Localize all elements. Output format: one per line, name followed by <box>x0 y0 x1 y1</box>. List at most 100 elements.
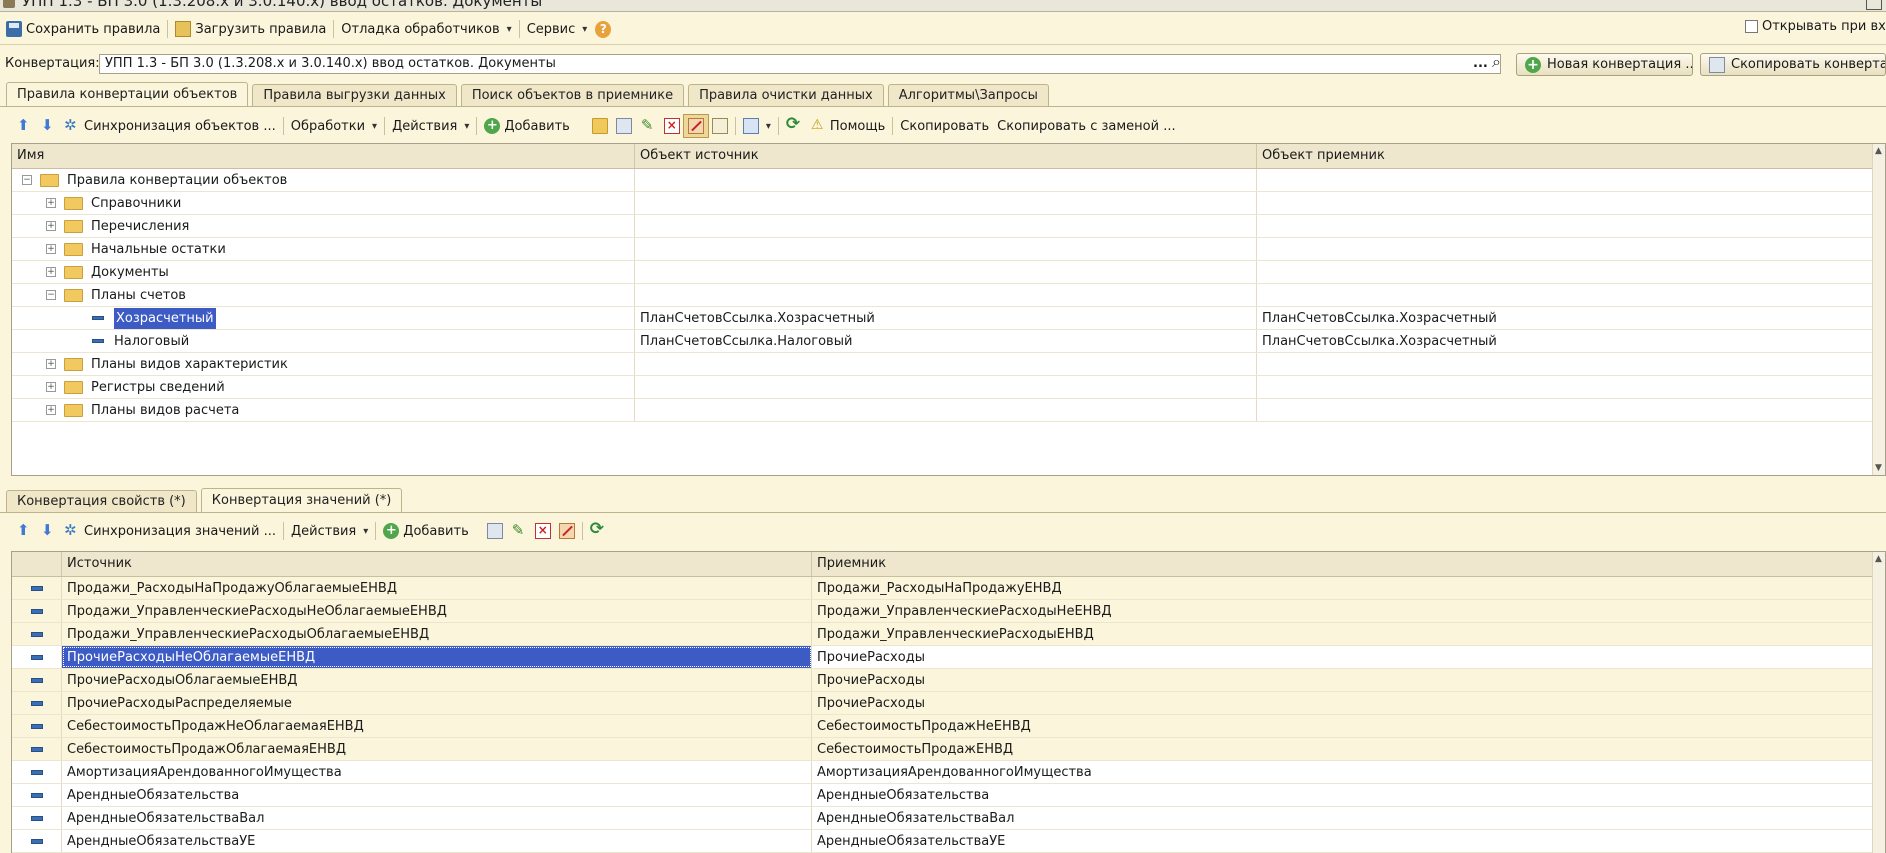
scroll-up-icon[interactable]: ▲ <box>1875 554 1882 564</box>
table-row[interactable]: АмортизацияАрендованногоИмущества Амортиз… <box>12 761 1885 784</box>
table-row[interactable]: ПрочиеРасходыНеОблагаемыеЕНВД ПрочиеРасхо… <box>12 646 1885 669</box>
vertical-scrollbar[interactable]: ▲ <box>1872 552 1885 853</box>
tree-row[interactable]: − Планы счетов <box>12 284 1885 307</box>
help-button[interactable]: ? <box>591 18 615 40</box>
expand-icon[interactable]: + <box>46 221 56 231</box>
collapse-icon[interactable]: − <box>22 175 32 185</box>
refresh-icon <box>786 114 802 134</box>
move-down-button[interactable] <box>36 520 60 542</box>
edit-button[interactable] <box>636 115 660 137</box>
expand-icon[interactable]: + <box>46 359 56 369</box>
expand-icon[interactable]: + <box>46 267 56 277</box>
refresh-button[interactable] <box>782 114 806 137</box>
column-header-source[interactable]: Объект источник <box>635 144 1257 168</box>
table-header: Источник Приемник <box>12 552 1885 577</box>
folder-icon <box>64 196 83 210</box>
scroll-up-icon[interactable]: ▲ <box>1875 146 1882 156</box>
expand-icon[interactable]: + <box>46 244 56 254</box>
add-button[interactable]: + Добавить <box>379 520 472 542</box>
copy-replace-button[interactable]: Скопировать с заменой ... <box>993 115 1179 137</box>
move-down-button[interactable] <box>36 115 60 137</box>
konvertacia-field[interactable]: УПП 1.3 - БП 3.0 (1.3.208.x и 3.0.140.x)… <box>99 54 1501 74</box>
help-button[interactable]: Помощь <box>806 115 889 137</box>
handlers-menu[interactable]: Обработки <box>287 115 381 137</box>
table-row[interactable]: Продажи_УправленческиеРасходыНеОблагаемы… <box>12 600 1885 623</box>
add-button[interactable]: + Добавить <box>480 115 573 137</box>
table-row[interactable]: ПрочиеРасходыОблагаемыеЕНВД ПрочиеРасходы <box>12 669 1885 692</box>
refresh-button[interactable] <box>586 519 610 542</box>
copy-konvertacia-button[interactable]: Скопировать конверта <box>1700 53 1886 76</box>
tab-object-conversion-rules[interactable]: Правила конвертации объектов <box>6 82 249 106</box>
konvertacia-select-button[interactable]: ... <box>1473 56 1489 74</box>
table-row[interactable]: АрендныеОбязательстваВал АрендныеОбязател… <box>12 807 1885 830</box>
move-up-button[interactable] <box>12 115 36 137</box>
tree-row[interactable]: + Справочники <box>12 192 1885 215</box>
expand-icon[interactable]: + <box>46 198 56 208</box>
delete-button[interactable]: × <box>531 520 555 542</box>
copy-konvertacia-label: Скопировать конверта <box>1731 57 1886 72</box>
load-rules-button[interactable]: Загрузить правила <box>171 18 330 40</box>
actions-menu[interactable]: Действия <box>287 520 372 542</box>
source-cell <box>635 192 1257 214</box>
copy-button[interactable]: Скопировать <box>896 115 993 137</box>
tab-algorithms[interactable]: Алгоритмы\Запросы <box>887 84 1049 106</box>
table-row[interactable]: СебестоимостьПродажНеОблагаемаяЕНВД Себес… <box>12 715 1885 738</box>
tab-data-cleanup-rules[interactable]: Правила очистки данных <box>688 84 884 106</box>
tab-data-export-rules[interactable]: Правила выгрузки данных <box>252 84 457 106</box>
move-to-menu[interactable] <box>739 115 775 137</box>
tab-property-conversion[interactable]: Конвертация свойств (*) <box>6 490 197 512</box>
service-menu[interactable]: Сервис <box>523 18 592 40</box>
values-table[interactable]: Источник Приемник Продажи_РасходыНаПрода… <box>11 551 1886 853</box>
open-on-start-checkbox[interactable]: Открывать при вхо <box>1745 19 1886 34</box>
collapse-icon[interactable]: − <box>46 290 56 300</box>
mark-delete-button[interactable] <box>682 114 709 138</box>
tree-row[interactable]: Налоговый ПланСчетовСсылка.Налоговый Пла… <box>12 330 1885 353</box>
tab-value-conversion[interactable]: Конвертация значений (*) <box>200 488 403 512</box>
actions-menu[interactable]: Действия <box>388 115 473 137</box>
tree-row-root[interactable]: − Правила конвертации объектов <box>12 169 1885 192</box>
find-button[interactable] <box>708 115 732 137</box>
table-row[interactable]: ПрочиеРасходыРаспределяемые ПрочиеРасходы <box>12 692 1885 715</box>
scroll-down-icon[interactable]: ▼ <box>1875 463 1882 473</box>
tree-row[interactable]: + Планы видов расчета <box>12 399 1885 422</box>
column-header-target[interactable]: Приемник <box>812 552 1875 576</box>
vertical-scrollbar[interactable]: ▲ ▼ <box>1872 144 1885 475</box>
table-row[interactable]: СебестоимостьПродажОблагаемаяЕНВД Себесто… <box>12 738 1885 761</box>
copy-row-button[interactable] <box>483 520 507 542</box>
add-folder-button[interactable] <box>588 115 612 137</box>
move-up-button[interactable] <box>12 520 36 542</box>
search-icon[interactable] <box>1490 52 1508 73</box>
delete-button[interactable]: × <box>660 115 684 137</box>
sync-objects-button[interactable]: Синхронизация объектов ... <box>60 115 280 137</box>
tree-row-selected[interactable]: Хозрасчетный ПланСчетовСсылка.Хозрасчетн… <box>12 307 1885 330</box>
tree-row[interactable]: + Планы видов характеристик <box>12 353 1885 376</box>
table-row[interactable]: АрендныеОбязательстваУЕ АрендныеОбязатель… <box>12 830 1885 853</box>
table-row[interactable]: АрендныеОбязательства АрендныеОбязательст… <box>12 784 1885 807</box>
save-rules-button[interactable]: Сохранить правила <box>2 18 164 40</box>
new-konvertacia-button[interactable]: + Новая конвертация ... <box>1516 53 1693 76</box>
copy-row-button[interactable] <box>612 115 636 137</box>
tree-row-label: Планы видов характеристик <box>91 356 288 372</box>
tree-row[interactable]: + Регистры сведений <box>12 376 1885 399</box>
mark-delete-button[interactable] <box>555 520 579 542</box>
expand-icon[interactable]: + <box>46 382 56 392</box>
add-icon: + <box>1525 56 1541 73</box>
edit-button[interactable] <box>507 520 531 542</box>
table-row[interactable]: Продажи_РасходыНаПродажуОблагаемыеЕНВД Пр… <box>12 577 1885 600</box>
tree-row[interactable]: + Начальные остатки <box>12 238 1885 261</box>
column-header-source[interactable]: Источник <box>62 552 812 576</box>
folder-icon <box>64 380 83 394</box>
table-row[interactable]: Продажи_УправленческиеРасходыОблагаемыеЕ… <box>12 623 1885 646</box>
tab-object-search[interactable]: Поиск объектов в приемнике <box>460 84 685 106</box>
rules-tree-table[interactable]: Имя Объект источник Объект приемник − Пр… <box>11 143 1886 476</box>
column-header-name[interactable]: Имя <box>12 144 635 168</box>
window-maximize-icon[interactable] <box>1866 0 1882 10</box>
tree-row[interactable]: + Перечисления <box>12 215 1885 238</box>
expand-icon[interactable]: + <box>46 405 56 415</box>
tree-row[interactable]: + Документы <box>12 261 1885 284</box>
debug-handlers-menu[interactable]: Отладка обработчиков <box>337 18 515 40</box>
sync-values-button[interactable]: Синхронизация значений ... <box>60 520 280 542</box>
column-header-target[interactable]: Объект приемник <box>1257 144 1875 168</box>
arrow-down-icon <box>40 521 56 539</box>
checkbox-box[interactable] <box>1745 20 1758 33</box>
